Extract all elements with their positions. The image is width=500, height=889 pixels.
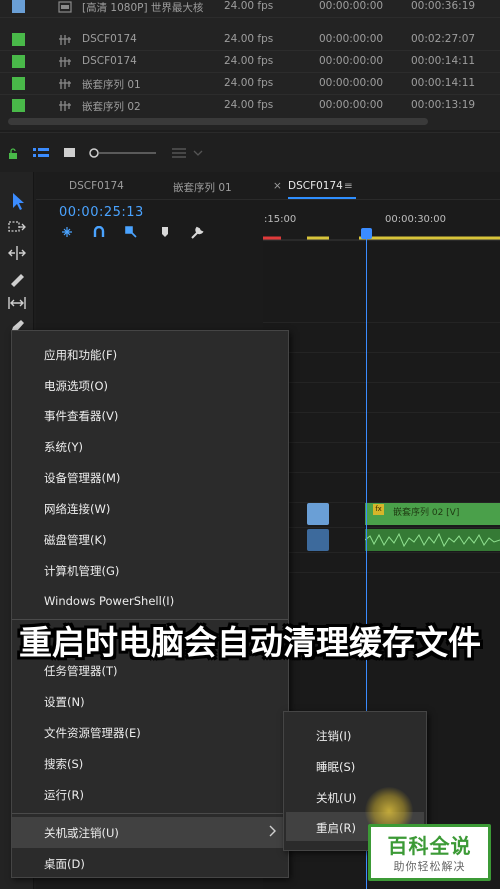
ruler-label: :15:00	[264, 214, 297, 225]
menu-item-system[interactable]: 系统(Y)	[12, 431, 288, 462]
nest-toggle-icon[interactable]	[61, 226, 73, 238]
project-item-fps: 24.00 fps	[224, 55, 274, 67]
sequence-icon	[59, 57, 71, 67]
tab-sequence[interactable]: DSCF0174	[69, 180, 124, 192]
waveform	[364, 532, 500, 548]
sequence-icon	[59, 79, 71, 89]
menu-item-settings[interactable]: 设置(N)	[12, 686, 288, 717]
audio-clip[interactable]	[307, 529, 329, 551]
menu-item-apps-features[interactable]: 应用和功能(F)	[12, 339, 288, 370]
tab-close-icon[interactable]: ×	[273, 180, 282, 192]
menu-item-search[interactable]: 搜索(S)	[12, 748, 288, 779]
sequence-icon	[59, 35, 71, 45]
project-panel: [高清 1080P] 世界最大核 24.00 fps 00:00:00:00 0…	[0, 0, 500, 130]
project-row[interactable]: DSCF0174 24.00 fps 00:00:00:00 00:02:27:…	[0, 29, 500, 51]
winx-context-menu: 应用和功能(F) 电源选项(O) 事件查看器(V) 系统(Y) 设备管理器(M)…	[11, 330, 289, 878]
tab-sequence[interactable]: 嵌套序列 01	[173, 180, 232, 195]
project-item-end: 00:02:27:07	[411, 33, 476, 45]
clip-label: 嵌套序列 02 [V]	[393, 508, 460, 518]
wrench-icon[interactable]	[190, 226, 204, 240]
project-item-start: 00:00:00:00	[319, 77, 384, 89]
razor-tool-icon[interactable]	[7, 270, 27, 288]
project-item-fps: 24.00 fps	[224, 99, 274, 111]
menu-item-device-manager[interactable]: 设备管理器(M)	[12, 462, 288, 493]
project-item-fps: 24.00 fps	[224, 0, 274, 12]
fx-badge: fx	[373, 504, 384, 515]
project-item-fps: 24.00 fps	[224, 33, 274, 45]
video-clip[interactable]	[307, 503, 329, 525]
chevron-right-icon	[269, 825, 276, 837]
project-row[interactable]: 嵌套序列 02 24.00 fps 00:00:00:00 00:00:13:1…	[0, 95, 500, 117]
selection-tool-icon[interactable]	[7, 192, 27, 210]
project-item-name: 嵌套序列 01	[82, 79, 141, 91]
menu-item-powershell[interactable]: Windows PowerShell(I)	[12, 586, 288, 617]
project-item-name: DSCF0174	[82, 33, 137, 45]
project-item-fps: 24.00 fps	[224, 77, 274, 89]
menu-item-file-explorer[interactable]: 文件资源管理器(E)	[12, 717, 288, 748]
video-caption: 重启时电脑会自动清理缓存文件	[19, 623, 481, 662]
submenu-item-sign-out[interactable]: 注销(I)	[286, 720, 424, 749]
project-item-start: 00:00:00:00	[319, 99, 384, 111]
menu-item-computer-management[interactable]: 计算机管理(G)	[12, 555, 288, 586]
sequence-tabs: DSCF0174 嵌套序列 01 × DSCF0174 ≡	[36, 172, 500, 200]
lock-icon[interactable]	[8, 148, 18, 159]
project-scrollbar[interactable]	[8, 118, 428, 125]
watermark-logo: 百科全说 助你轻松解决	[368, 824, 491, 881]
menu-item-run[interactable]: 运行(R)	[12, 779, 288, 810]
time-ruler[interactable]	[263, 212, 500, 242]
label-color-swatch	[12, 99, 25, 112]
menu-item-shutdown-signout[interactable]: 关机或注销(U)	[12, 817, 288, 848]
add-marker-icon[interactable]	[159, 226, 171, 238]
snap-icon[interactable]	[93, 226, 105, 238]
menu-item-power-options[interactable]: 电源选项(O)	[12, 370, 288, 401]
project-item-end: 00:00:36:19	[411, 0, 476, 12]
zoom-slider[interactable]	[88, 147, 158, 159]
project-item-start: 00:00:00:00	[319, 0, 384, 12]
ripple-edit-tool-icon[interactable]	[7, 244, 27, 262]
sequence-icon	[59, 101, 71, 111]
project-item-start: 00:00:00:00	[319, 33, 384, 45]
slip-tool-icon[interactable]	[7, 294, 27, 312]
tab-sequence-active[interactable]: DSCF0174	[288, 180, 343, 192]
label-color-swatch	[12, 0, 25, 13]
label-color-swatch	[12, 33, 25, 46]
menu-item-disk-management[interactable]: 磁盘管理(K)	[12, 524, 288, 555]
project-item-name: [高清 1080P] 世界最大核	[82, 2, 204, 14]
watermark-subtitle: 助你轻松解决	[393, 860, 466, 873]
menu-item-network-connections[interactable]: 网络连接(W)	[12, 493, 288, 524]
list-view-icon[interactable]	[33, 147, 49, 160]
project-item-name: DSCF0174	[82, 55, 137, 67]
project-toolbar	[0, 132, 500, 172]
sequence-icon	[58, 1, 72, 13]
menu-item-desktop[interactable]: 桌面(D)	[12, 848, 288, 879]
project-item-end: 00:00:13:19	[411, 99, 476, 111]
tab-menu-icon[interactable]: ≡	[344, 180, 353, 192]
audio-clip-nested[interactable]	[364, 529, 500, 551]
ruler-label: 00:00:30:00	[385, 214, 447, 225]
submenu-item-sleep[interactable]: 睡眠(S)	[286, 751, 424, 780]
project-item-end: 00:00:14:11	[411, 77, 476, 89]
linked-selection-icon[interactable]	[125, 226, 137, 238]
track-select-tool-icon[interactable]	[7, 218, 27, 236]
icon-view-icon[interactable]	[63, 147, 76, 159]
project-row[interactable]: 嵌套序列 01 24.00 fps 00:00:00:00 00:00:14:1…	[0, 73, 500, 95]
project-item-start: 00:00:00:00	[319, 55, 384, 67]
project-item-name: 嵌套序列 02	[82, 101, 141, 113]
playhead-timecode[interactable]: 00:00:25:13	[59, 205, 144, 220]
label-color-swatch	[12, 77, 25, 90]
watermark-title: 百科全说	[387, 834, 472, 858]
sort-icon[interactable]	[172, 147, 208, 159]
project-row[interactable]: DSCF0174 24.00 fps 00:00:00:00 00:00:14:…	[0, 51, 500, 73]
project-row[interactable]: [高清 1080P] 世界最大核 24.00 fps 00:00:00:00 0…	[0, 0, 500, 18]
label-color-swatch	[12, 55, 25, 68]
project-item-end: 00:00:14:11	[411, 55, 476, 67]
menu-item-event-viewer[interactable]: 事件查看器(V)	[12, 400, 288, 431]
